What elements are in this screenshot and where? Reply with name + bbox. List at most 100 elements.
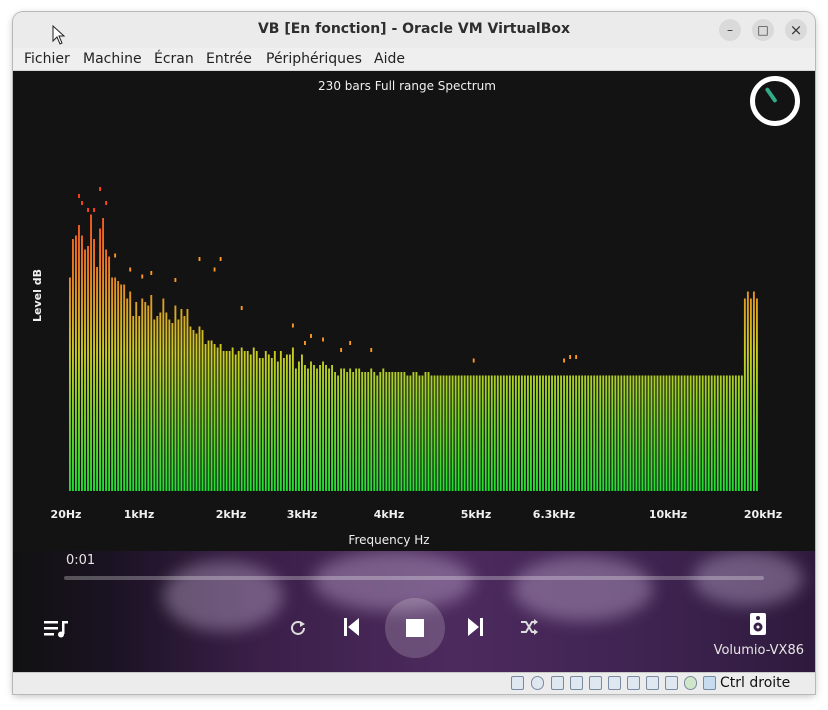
spectrum-bar — [596, 375, 599, 491]
recording-icon[interactable] — [646, 676, 659, 690]
player-bar: 0:01 Volumio-VX86 — [13, 551, 815, 672]
spectrum-bar — [608, 375, 611, 491]
spectrum-bar — [731, 375, 734, 491]
spectrum-bar — [105, 249, 108, 491]
harddisk-icon[interactable] — [511, 676, 524, 690]
host-key-label: Ctrl droite — [720, 675, 791, 691]
spectrum-bar — [713, 375, 716, 491]
spectrum-bar — [484, 375, 487, 491]
repeat-button[interactable] — [289, 619, 307, 641]
menu-peripheriques[interactable]: Périphériques — [266, 51, 362, 67]
spectrum-bar — [316, 368, 318, 491]
spectrum-bar — [183, 316, 186, 491]
mouse-integration-icon[interactable] — [684, 676, 697, 690]
spectrum-peak-marker — [81, 201, 83, 205]
title-bar[interactable]: VB [En fonction] - Oracle VM VirtualBox … — [13, 12, 815, 48]
spectrum-bar — [692, 375, 695, 491]
spectrum-bar — [210, 340, 213, 491]
spectrum-bar — [132, 316, 135, 491]
spectrum-bar — [719, 375, 722, 491]
vt-x-icon[interactable] — [665, 676, 678, 690]
spectrum-bar — [665, 375, 668, 491]
spectrum-peak-marker — [563, 358, 566, 363]
spectrum-bar — [635, 375, 638, 491]
network-icon[interactable] — [570, 676, 583, 690]
spectrum-bar — [551, 375, 553, 491]
optical-drive-icon[interactable] — [531, 676, 544, 690]
spectrum-peak-marker — [105, 201, 108, 205]
spectrum-bar — [557, 375, 559, 491]
menu-aide[interactable]: Aide — [374, 51, 405, 67]
audio-icon[interactable] — [551, 676, 564, 690]
menu-ecran[interactable]: Écran — [154, 51, 194, 67]
virtualbox-window: VB [En fonction] - Oracle VM VirtualBox … — [13, 12, 815, 694]
spectrum-bar — [150, 295, 153, 491]
spectrum-bar — [370, 368, 373, 491]
menu-entree[interactable]: Entrée — [206, 51, 252, 67]
maximize-button[interactable]: □ — [752, 19, 774, 41]
spectrum-bar — [168, 319, 171, 491]
spectrum-bar — [391, 372, 394, 491]
usb-icon[interactable] — [589, 676, 602, 690]
output-device-button[interactable] — [749, 612, 767, 640]
menu-fichier[interactable]: Fichier — [24, 51, 70, 67]
spectrum-bar — [653, 375, 656, 491]
spectrum-bar — [460, 375, 463, 491]
spectrum-bar — [367, 372, 370, 491]
spectrum-bar — [617, 375, 620, 491]
spectrum-peak-marker — [340, 348, 343, 352]
spectrum-bar — [728, 375, 731, 491]
spectrum-bar — [533, 375, 535, 491]
seek-bar[interactable] — [64, 576, 764, 580]
spectrum-bar — [487, 375, 490, 491]
spectrum-bar — [276, 361, 279, 491]
repeat-icon — [291, 621, 305, 635]
status-bar: Ctrl droite — [13, 672, 815, 694]
spectrum-bar — [252, 347, 255, 491]
spectrum-bar — [415, 372, 418, 491]
next-button[interactable] — [466, 617, 484, 641]
spectrum-bar — [511, 375, 514, 491]
volume-knob[interactable] — [750, 76, 800, 126]
spectrum-bar — [117, 281, 120, 491]
spectrum-bar — [695, 375, 698, 491]
spectrum-title: 230 bars Full range Spectrum — [318, 79, 496, 93]
display-icon[interactable] — [627, 676, 640, 690]
spectrum-bar — [436, 375, 439, 491]
spectrum-bar — [343, 368, 346, 491]
stop-button[interactable] — [385, 598, 445, 658]
shuffle-button[interactable] — [520, 619, 538, 639]
shared-folders-icon[interactable] — [608, 676, 621, 690]
spectrum-bar — [662, 375, 665, 491]
spectrum-bar — [569, 375, 572, 491]
spectrum-bar — [602, 375, 605, 491]
queue-button[interactable] — [44, 619, 70, 643]
x-tick-label: 2kHz — [215, 508, 247, 521]
spectrum-bar — [572, 375, 575, 491]
close-button[interactable]: × — [785, 19, 807, 41]
spectrum-bar — [207, 340, 210, 491]
spectrum-bar — [626, 375, 629, 491]
spectrum-bar — [180, 309, 183, 491]
spectrum-bar — [563, 375, 566, 491]
minimize-button[interactable]: – — [719, 19, 741, 41]
spectrum-peak-marker — [472, 358, 475, 363]
spectrum-bar — [647, 375, 650, 491]
spectrum-bar — [590, 375, 593, 491]
keyboard-capture-icon[interactable] — [703, 676, 716, 690]
spectrum-bar — [755, 298, 758, 491]
art-blur — [513, 556, 653, 621]
spectrum-bar — [641, 375, 644, 491]
menu-machine[interactable]: Machine — [83, 51, 142, 67]
spectrum-bar — [261, 358, 264, 491]
spectrum-bar — [650, 375, 653, 491]
spectrum-bar — [162, 298, 165, 491]
previous-button[interactable] — [343, 617, 361, 641]
spectrum-bar — [593, 375, 596, 491]
vm-screen[interactable]: 230 bars Full range Spectrum Level dB 20… — [13, 71, 815, 672]
spectrum-bar — [502, 375, 505, 491]
spectrum-bar — [385, 372, 388, 491]
spectrum-bar — [87, 246, 89, 491]
spectrum-peak-marker — [93, 208, 95, 212]
spectrum-bar — [578, 375, 581, 491]
